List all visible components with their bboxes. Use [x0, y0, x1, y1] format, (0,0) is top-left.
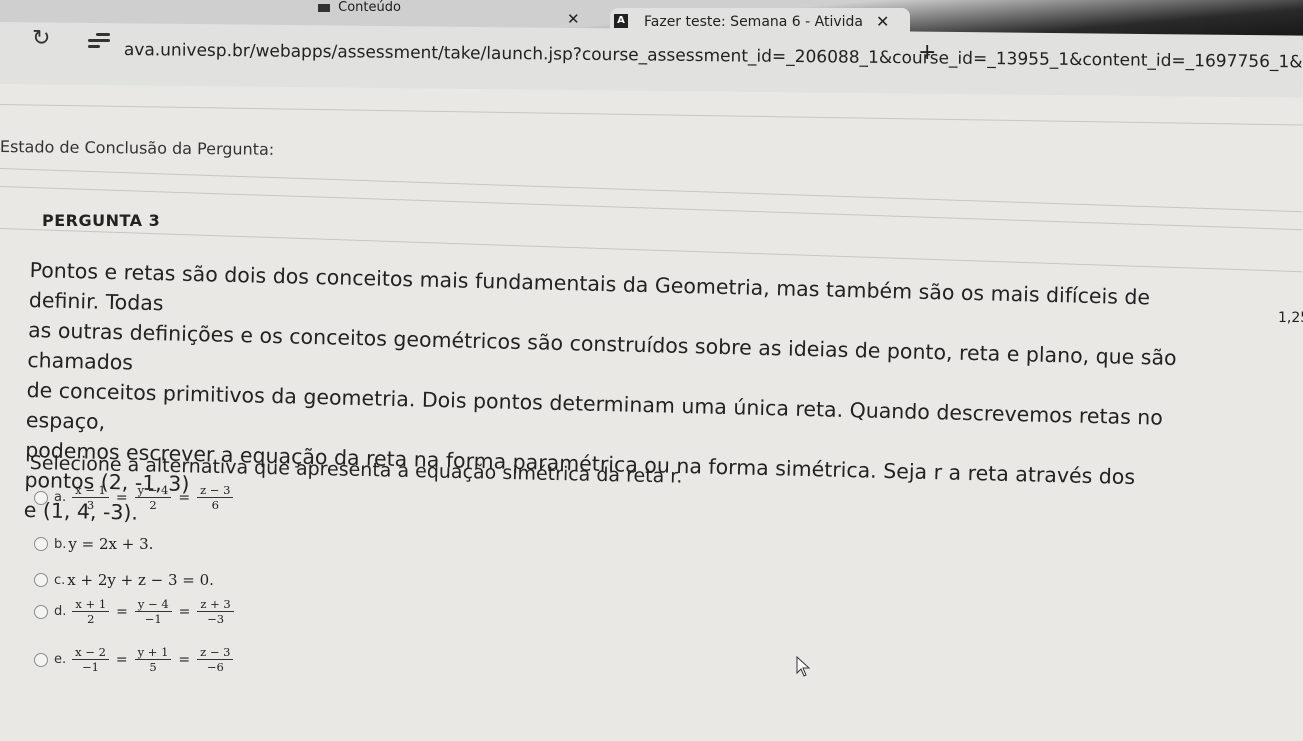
option-equation: y = 2x + 3.	[68, 535, 154, 553]
option-letter: b.	[54, 536, 67, 552]
frac-numerator: y − 4	[134, 483, 172, 498]
frac-denominator: −1	[144, 612, 162, 626]
frac-numerator: x − 2	[72, 645, 109, 660]
option-d[interactable]: d. x + 12 = y − 4 −1 = z + 3 −3	[34, 597, 238, 626]
frac-denominator: 6	[211, 498, 219, 512]
option-b[interactable]: b. y = 2x + 3.	[34, 535, 153, 553]
frac-numerator: x − 1	[72, 483, 109, 498]
frac-numerator: y − 4	[134, 597, 172, 612]
radio-button[interactable]	[34, 604, 48, 619]
assessment-page: Estado de Conclusão da Pergunta: PERGUNT…	[0, 0, 1303, 741]
option-equation: x − 13 = y − 42 = z − 36	[68, 483, 237, 512]
option-equation: x + 2y + z − 3 = 0.	[67, 571, 214, 589]
frac-denominator: −3	[207, 612, 225, 626]
option-a[interactable]: a. x − 13 = y − 42 = z − 36	[34, 483, 237, 512]
frac-numerator: z − 3	[197, 483, 234, 498]
frac-denominator: −6	[206, 660, 224, 674]
frac-denominator: 3	[86, 498, 95, 512]
frac-numerator: x + 1	[72, 597, 110, 612]
option-letter: e.	[54, 652, 67, 667]
option-letter: d.	[54, 604, 67, 619]
option-equation: x + 12 = y − 4 −1 = z + 3 −3	[68, 597, 237, 626]
option-letter: c.	[54, 572, 66, 588]
option-letter: a.	[54, 490, 67, 505]
frac-numerator: z − 3	[197, 645, 234, 660]
frac-numerator: y + 1	[134, 645, 172, 660]
question-points: 1,25	[1278, 310, 1303, 326]
frac-denominator: −1	[82, 660, 99, 674]
frac-denominator: 2	[87, 612, 95, 626]
divider	[0, 104, 1303, 126]
option-c[interactable]: c. x + 2y + z − 3 = 0.	[34, 571, 214, 589]
radio-button[interactable]	[34, 490, 48, 505]
option-equation: x − 2 −1 = y + 15 = z − 3 −6	[68, 645, 237, 674]
frac-denominator: 5	[149, 660, 157, 674]
question-title: PERGUNTA 3	[42, 211, 161, 230]
divider	[0, 168, 1303, 213]
radio-button[interactable]	[34, 652, 48, 667]
radio-button[interactable]	[34, 537, 48, 551]
radio-button[interactable]	[34, 573, 48, 587]
frac-numerator: z + 3	[197, 597, 234, 612]
option-e[interactable]: e. x − 2 −1 = y + 15 = z − 3 −6	[34, 645, 237, 674]
divider	[0, 186, 1303, 231]
frac-denominator: 2	[149, 498, 157, 512]
completion-status-label: Estado de Conclusão da Pergunta:	[0, 137, 275, 159]
mouse-cursor-icon	[796, 656, 811, 677]
